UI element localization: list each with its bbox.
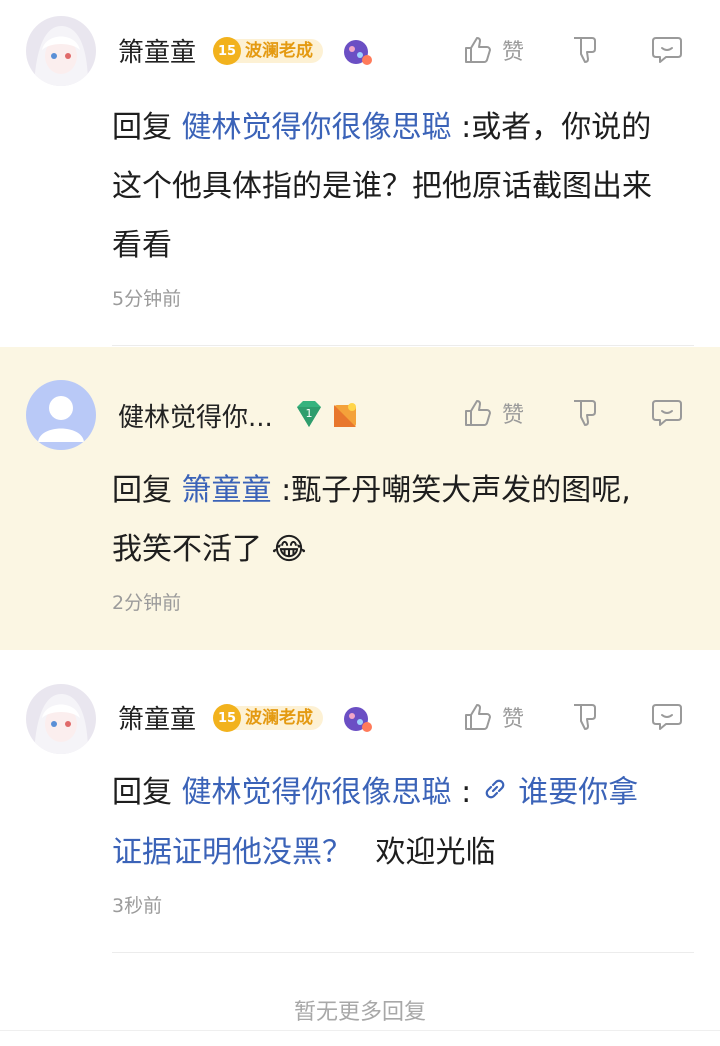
- reply-button[interactable]: [650, 397, 684, 429]
- thumb-up-icon: [465, 400, 491, 426]
- comment-actions: 赞: [458, 34, 698, 74]
- comment-3: 箫童童 15 波澜老成 赞 回复 健林觉得你很像思聪: 谁要你拿 证据证明他没…: [0, 651, 720, 953]
- divider: [0, 1030, 720, 1031]
- no-more-replies-text: 暂无更多回复: [293, 1000, 426, 1025]
- timestamp: 5分钟前: [112, 288, 182, 310]
- thumb-down-icon: [574, 400, 596, 426]
- thumb-down-icon: [574, 704, 596, 730]
- mention-link[interactable]: 箫童童: [182, 473, 272, 508]
- avatar[interactable]: [26, 684, 96, 754]
- avatar[interactable]: [26, 380, 96, 450]
- fan-badge-icon: [342, 38, 372, 70]
- dislike-button[interactable]: [570, 397, 602, 429]
- link-text[interactable]: 谁要你拿: [518, 775, 638, 810]
- thumb-down-icon: [574, 37, 596, 63]
- level-badge: 15 波澜老成: [213, 704, 323, 732]
- like-button[interactable]: 赞: [462, 34, 524, 66]
- reply-button[interactable]: [650, 701, 684, 733]
- comment-text: 回复 箫童童 :甄子丹嘲笑大声发的图呢, 我笑不活了 😂: [112, 473, 631, 567]
- divider: [112, 345, 694, 346]
- username[interactable]: 健林觉得你...: [118, 397, 273, 434]
- level-badge: 15 波澜老成: [213, 37, 323, 65]
- thumb-up-icon: [465, 704, 491, 730]
- comment-bubble-icon: [652, 400, 682, 426]
- link-icon: [481, 764, 509, 823]
- reply-button[interactable]: [650, 34, 684, 66]
- level-gem-badge: 1: [292, 399, 326, 433]
- comment-text: 回复 健林觉得你很像思聪 :或者，你说的 这个他具体指的是谁？把他原话截图出来 …: [112, 110, 652, 263]
- username[interactable]: 箫童童: [118, 699, 196, 736]
- timestamp: 2分钟前: [112, 592, 182, 614]
- like-button[interactable]: 赞: [462, 701, 524, 733]
- comment-text: 回复 健林觉得你很像思聪 : 谁要你拿 证据证明他没黑？ 欢迎光临: [112, 763, 702, 882]
- link-text-continued[interactable]: 证据证明他没黑？: [112, 835, 352, 870]
- fan-badge-icon: [342, 705, 372, 737]
- dislike-button[interactable]: [570, 34, 602, 66]
- mention-link[interactable]: 健林觉得你很像思聪: [182, 775, 452, 810]
- dislike-button[interactable]: [570, 701, 602, 733]
- avatar[interactable]: [26, 16, 96, 86]
- like-button[interactable]: 赞: [462, 397, 524, 429]
- username[interactable]: 箫童童: [118, 32, 196, 69]
- fan-badge-icon: [332, 401, 360, 433]
- divider: [112, 952, 694, 953]
- thumb-up-icon: [465, 37, 491, 63]
- comment-bubble-icon: [652, 37, 682, 63]
- comment-bubble-icon: [652, 704, 682, 730]
- mention-link[interactable]: 健林觉得你很像思聪: [182, 110, 452, 145]
- timestamp: 3秒前: [112, 895, 163, 917]
- comment-actions: 赞: [458, 397, 698, 437]
- comment-actions: 赞: [458, 701, 698, 741]
- svg-text:1: 1: [306, 407, 313, 420]
- comment-2: 健林觉得你... 1 赞 回复 箫童童:甄子丹嘲笑大声发的图呢, 我笑不活了 …: [0, 347, 720, 650]
- comment-1: 箫童童 15 波澜老成 赞 回复 健林觉得你很像思聪:或者，你说的 这个他具体…: [0, 0, 720, 346]
- laugh-emoji: 😂: [271, 532, 307, 567]
